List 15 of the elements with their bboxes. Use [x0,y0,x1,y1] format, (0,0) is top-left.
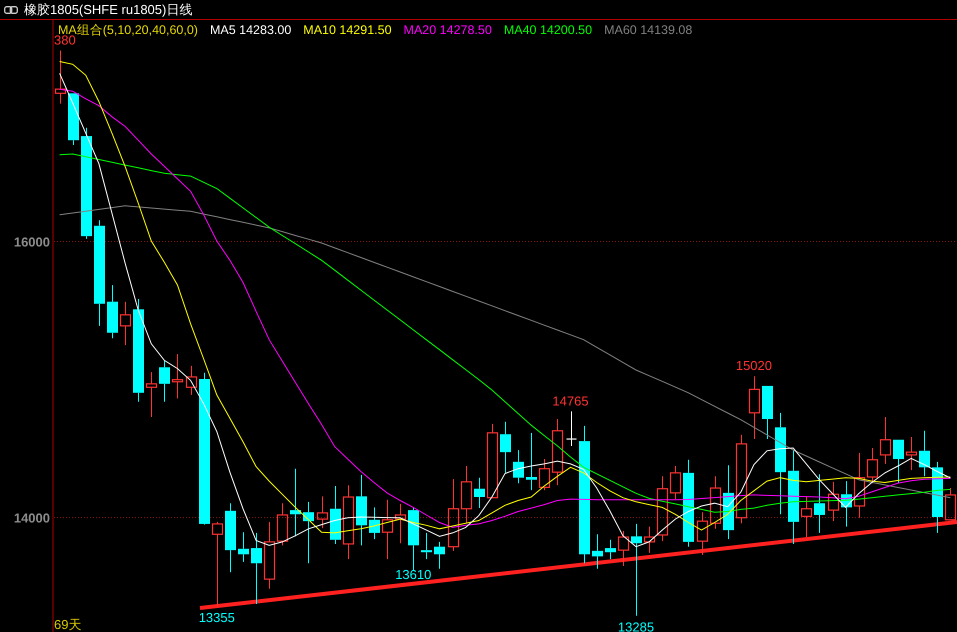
legend-label: MA5 14283.00 [210,22,292,39]
period-label: 69天 [54,617,82,632]
price-label: 13610 [395,566,432,582]
legend-label: MA10 14291.50 [303,22,392,39]
legend-label: MA20 14278.50 [404,22,492,39]
window-title: 橡胶1805(SHFE ru1805)日线 [24,0,192,19]
legend-label: MA40 14200.50 [504,22,592,39]
price-label: 13355 [198,610,235,626]
axis-label: 16000 [14,234,50,250]
price-label: 14765 [552,393,589,408]
axis-label: 14000 [14,510,50,526]
price-label: 380 [54,32,76,48]
price-label: 15020 [736,358,772,374]
legend-label: MA60 14139.08 [604,22,692,39]
price-label: 13285 [618,620,654,632]
